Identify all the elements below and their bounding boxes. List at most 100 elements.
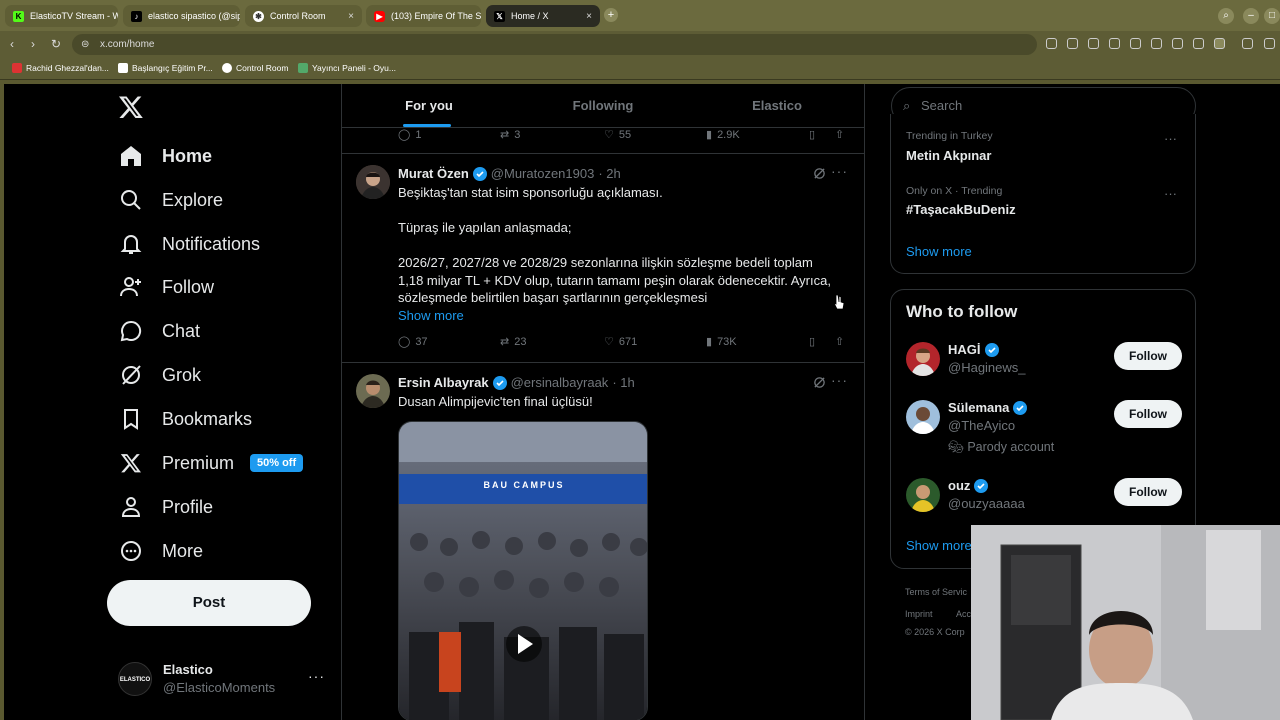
back-icon[interactable]: ‹ <box>10 37 14 51</box>
author-handle[interactable]: @Muratozen1903 <box>491 166 595 181</box>
grok-icon[interactable] <box>813 167 826 180</box>
menu-icon[interactable] <box>1193 38 1204 49</box>
forward-icon[interactable]: › <box>31 37 35 51</box>
tweet-time[interactable]: · 1h <box>612 375 634 390</box>
nav-bookmarks[interactable]: Bookmarks <box>118 399 252 439</box>
trend-context: Trending in Turkey <box>906 130 993 142</box>
browser-tab-tiktok[interactable]: ♪ elastico sipastico (@sip <box>123 5 240 27</box>
timeline: For you Following Elastico ◯ 1 ⇄ 3 ♡ 55 ▮ 2.… <box>341 84 865 720</box>
nav-explore[interactable]: Explore <box>118 180 223 220</box>
suggestion-row[interactable]: Sülemana @TheAyico 🎭︎ Parody account Fol… <box>906 400 1182 470</box>
author-name[interactable]: Murat Özen <box>398 166 469 181</box>
more-dots-icon[interactable]: ··· <box>831 163 848 179</box>
more-dots-icon[interactable]: ··· <box>831 372 848 388</box>
nav-home[interactable]: Home <box>118 136 212 176</box>
reply-button[interactable]: ◯ 37 <box>398 335 428 349</box>
tab-for-you[interactable]: For you <box>342 84 516 128</box>
repost-button[interactable]: ⇄ 23 <box>500 335 526 349</box>
nav-notifications[interactable]: Notifications <box>118 224 260 264</box>
maximize-icon[interactable]: □ <box>1264 8 1280 24</box>
nav-label: Explore <box>162 189 224 210</box>
footer-link[interactable]: Imprint <box>905 609 933 619</box>
nav-grok[interactable]: Grok <box>118 355 201 395</box>
nav-premium[interactable]: Premium 50% off <box>118 443 304 483</box>
more-dots-icon[interactable]: ··· <box>1164 131 1177 146</box>
avatar[interactable] <box>356 165 390 199</box>
tweet[interactable]: Murat Özen @Muratozen1903 · 2h ··· Beşik… <box>342 154 864 363</box>
post-button[interactable]: Post <box>107 580 311 626</box>
more-dots-icon[interactable]: ··· <box>1164 186 1177 201</box>
play-icon[interactable] <box>506 626 542 662</box>
author-name[interactable]: Ersin Albayrak <box>398 375 489 390</box>
extensions-icon[interactable] <box>1242 38 1253 49</box>
footer-link[interactable]: Acc <box>956 609 971 619</box>
follow-button[interactable]: Follow <box>1114 342 1182 370</box>
like-button[interactable]: ♡ 671 <box>604 335 637 349</box>
trend-title[interactable]: #TaşacakBuDeniz <box>906 202 1016 217</box>
profile-icon[interactable] <box>1214 38 1225 49</box>
footer-link[interactable]: Terms of Servic <box>905 587 967 597</box>
edit-icon[interactable] <box>1067 38 1078 49</box>
follow-button[interactable]: Follow <box>1114 400 1182 428</box>
nav-chat[interactable]: Chat <box>118 311 200 351</box>
tab-elastico[interactable]: Elastico <box>690 84 864 128</box>
heart-icon[interactable] <box>1151 38 1162 49</box>
author-handle[interactable]: @ersinalbayraak <box>511 375 609 390</box>
tab-close-icon[interactable]: × <box>586 11 592 22</box>
search-tabs-icon[interactable]: ⌕ <box>1218 8 1234 24</box>
grok-icon[interactable] <box>813 376 826 389</box>
tweet[interactable]: Ersin Albayrak @ersinalbayraak · 1h ··· … <box>342 363 864 720</box>
bookmark-item[interactable]: Control Room <box>222 63 288 73</box>
suggestion-row[interactable]: ouz @ouzyaaaaa Follow <box>906 478 1182 528</box>
browser-tab-control-room[interactable]: ✱ Control Room × <box>245 5 362 27</box>
avatar[interactable] <box>356 374 390 408</box>
tab-following[interactable]: Following <box>516 84 690 128</box>
new-tab-icon[interactable]: + <box>604 8 618 22</box>
show-more-link[interactable]: Show more <box>398 307 848 325</box>
tweet-video[interactable]: BAU CAMPUS <box>398 421 648 720</box>
nav-follow[interactable]: Follow <box>118 267 214 307</box>
share-icon[interactable]: ⇧ <box>835 335 844 348</box>
browser-tab-x-home[interactable]: 𝕏 Home / X × <box>486 5 600 27</box>
suggestion-row[interactable]: HAGİ @Haginews_ Follow <box>906 342 1182 392</box>
shield-icon[interactable] <box>1109 38 1120 49</box>
minimize-icon[interactable]: – <box>1243 8 1259 24</box>
account-switcher[interactable]: ELASTICO Elastico @ElasticoMoments ··· <box>118 658 328 702</box>
avatar[interactable] <box>906 478 940 512</box>
zoom-icon[interactable] <box>1046 38 1057 49</box>
tab-close-icon[interactable]: × <box>348 11 354 22</box>
verified-badge-icon <box>1013 400 1028 415</box>
trend-title[interactable]: Metin Akpınar <box>906 148 991 163</box>
like-button[interactable]: ♡ 55 <box>604 128 631 142</box>
share-icon[interactable]: ⇧ <box>835 128 844 141</box>
nav-profile[interactable]: Profile <box>118 487 213 527</box>
screenshot-icon[interactable] <box>1088 38 1099 49</box>
bookmark-icon[interactable]: ▯ <box>809 335 815 348</box>
reload-icon[interactable]: ↻ <box>51 37 61 51</box>
nav-more[interactable]: More <box>118 531 203 571</box>
avatar[interactable] <box>906 342 940 376</box>
tweet-time[interactable]: · 2h <box>598 166 620 181</box>
bookmark-item[interactable]: Yayıncı Paneli - Oyu... <box>298 63 396 73</box>
more-dots-icon[interactable]: ··· <box>308 668 325 684</box>
sidebar-icon[interactable] <box>1264 38 1275 49</box>
browser-tab-youtube[interactable]: ▶ (103) Empire Of The Su <box>366 5 481 27</box>
site-info-icon[interactable]: ⊜ <box>81 34 89 55</box>
views-button[interactable]: ▮ 2.9K <box>706 128 740 142</box>
bookmark-icon[interactable]: ▯ <box>809 128 815 141</box>
reply-button[interactable]: ◯ 1 <box>398 128 421 142</box>
who-to-follow-show-more-link[interactable]: Show more <box>906 538 972 553</box>
bookmark-item[interactable]: Rachid Ghezzal'dan... <box>12 63 109 73</box>
x-logo-icon[interactable] <box>118 94 144 120</box>
avatar[interactable] <box>906 400 940 434</box>
repost-button[interactable]: ⇄ 3 <box>500 128 520 142</box>
bookmark-item[interactable]: Başlangıç Eğitim Pr... <box>118 63 213 73</box>
url-field[interactable]: ⊜ x.com/home <box>72 34 1037 55</box>
trends-show-more-link[interactable]: Show more <box>906 244 972 259</box>
tweet-previous[interactable]: ◯ 1 ⇄ 3 ♡ 55 ▮ 2.9K ▯ ⇧ <box>342 128 864 154</box>
views-button[interactable]: ▮ 73K <box>706 335 737 349</box>
download-icon[interactable] <box>1172 38 1183 49</box>
browser-tab-kick[interactable]: K ElasticoTV Stream - Wat <box>5 5 118 27</box>
play-icon[interactable] <box>1130 38 1141 49</box>
follow-button[interactable]: Follow <box>1114 478 1182 506</box>
